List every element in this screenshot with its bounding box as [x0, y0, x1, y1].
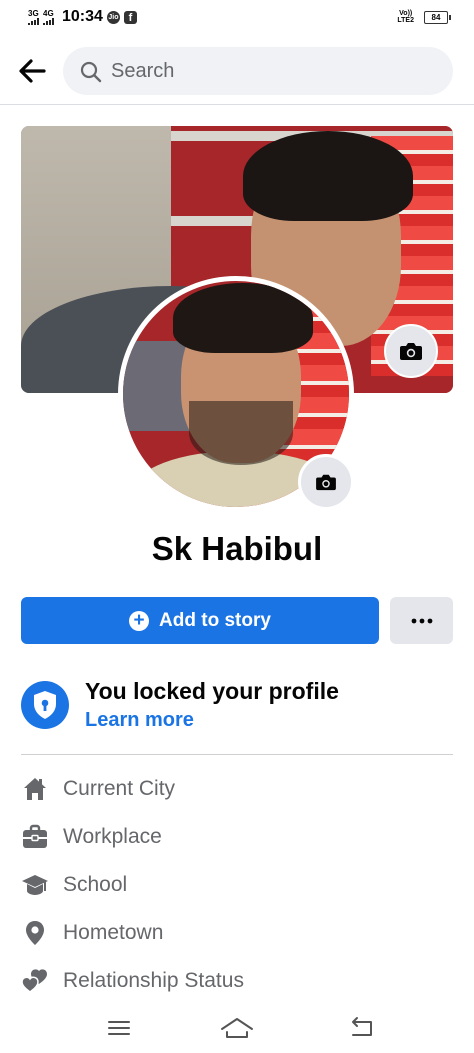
camera-icon — [400, 343, 422, 360]
add-to-story-button[interactable]: + Add to story — [21, 597, 379, 644]
profile-name: Sk Habibul — [151, 530, 323, 567]
location-pin-icon — [26, 921, 44, 945]
nav-back-button[interactable] — [343, 1013, 379, 1043]
more-options-button[interactable] — [390, 597, 453, 644]
signal-indicator-2: 4G — [43, 9, 54, 25]
search-bar[interactable]: Search — [63, 47, 453, 95]
nav-menu-button[interactable] — [101, 1013, 137, 1043]
search-placeholder: Search — [111, 60, 175, 82]
graduation-cap-icon — [22, 875, 48, 895]
edit-cover-button[interactable] — [384, 324, 438, 378]
detail-school[interactable]: School — [21, 868, 453, 904]
shield-lock-icon — [34, 691, 56, 719]
cover-hair — [243, 131, 413, 221]
add-to-story-label: Add to story — [159, 609, 271, 631]
clock: 10:34 — [62, 8, 103, 25]
detail-workplace[interactable]: Workplace — [21, 820, 453, 856]
back-icon — [352, 1017, 372, 1036]
lock-notice-title: You locked your profile — [85, 678, 339, 704]
arrow-left-icon — [19, 59, 46, 83]
system-nav-bar — [0, 1005, 474, 1053]
learn-more-link[interactable]: Learn more — [85, 709, 194, 732]
facebook-icon: f — [123, 10, 137, 24]
back-button[interactable] — [14, 53, 50, 89]
hearts-icon — [21, 969, 47, 994]
detail-relationship-status[interactable]: Relationship Status — [21, 964, 453, 1000]
briefcase-icon — [23, 824, 47, 848]
jio-icon: Jio — [106, 10, 120, 24]
search-icon — [80, 61, 102, 83]
detail-current-city[interactable]: Current City — [21, 772, 453, 808]
nav-home-button[interactable] — [219, 1013, 255, 1043]
profile-lock-badge — [21, 681, 69, 729]
home-icon — [24, 778, 46, 800]
menu-icon — [108, 1021, 130, 1035]
edit-profile-picture-button[interactable] — [298, 454, 354, 510]
more-dots-icon — [411, 618, 432, 623]
home-icon — [221, 1018, 253, 1038]
detail-hometown[interactable]: Hometown — [21, 916, 453, 952]
camera-icon — [316, 474, 336, 491]
signal-indicator-1: 3G — [28, 9, 39, 25]
volte-indicator: Vo)) LTE2 — [397, 10, 414, 24]
section-divider — [21, 754, 453, 755]
plus-icon: + — [129, 610, 150, 631]
header-divider — [0, 104, 474, 105]
battery-indicator: 84 — [424, 10, 451, 24]
status-bar: 3G 4G 10:34 Jio f Vo)) LTE2 84 — [0, 0, 474, 36]
